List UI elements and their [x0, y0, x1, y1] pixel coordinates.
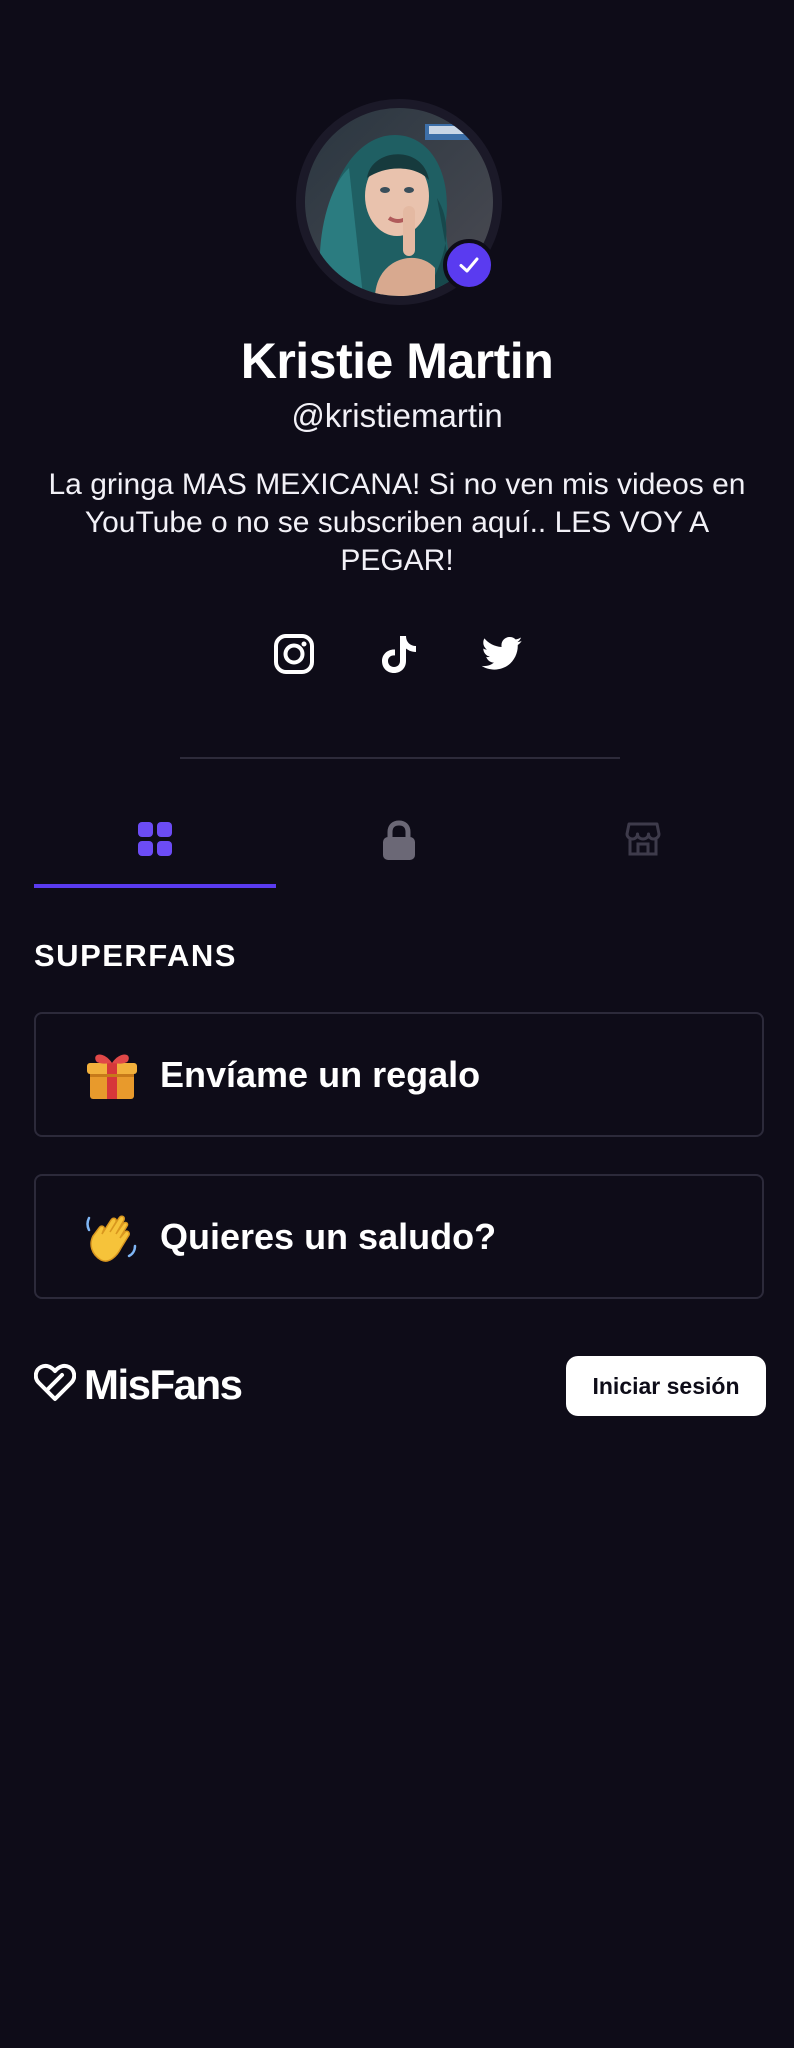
twitter-icon[interactable] [478, 630, 526, 678]
tab-posts[interactable] [34, 800, 276, 888]
profile-handle: @kristiemartin [291, 397, 503, 434]
grid-icon [136, 820, 174, 863]
send-gift-card[interactable]: Envíame un regalo [34, 1012, 764, 1137]
social-links [0, 630, 794, 680]
active-tab-indicator [34, 884, 276, 888]
login-button[interactable]: Iniciar sesión [566, 1356, 766, 1416]
section-divider [180, 757, 620, 759]
heart-logo-icon [33, 1363, 77, 1408]
avatar-container [296, 99, 502, 305]
profile-tabs [34, 800, 764, 888]
profile-name: Kristie Martin [240, 333, 554, 389]
profile-page: Kristie Martin @kristiemartin La gringa … [0, 0, 794, 2048]
profile-bio: La gringa MAS MEXICANA! Si no ven mis vi… [48, 468, 746, 577]
verified-badge-icon [443, 239, 495, 291]
brand-name: MisFans [84, 1361, 243, 1408]
tab-locked[interactable] [278, 800, 520, 888]
card-label: Quieres un saludo? [160, 1215, 497, 1257]
waving-hand-icon [82, 1207, 142, 1267]
brand-logo[interactable]: MisFans [33, 1360, 243, 1410]
store-icon [624, 820, 662, 863]
section-title: SUPERFANS [34, 938, 237, 973]
request-greeting-card[interactable]: Quieres un saludo? [34, 1174, 764, 1299]
tiktok-icon[interactable] [374, 630, 422, 678]
instagram-icon[interactable] [270, 630, 318, 678]
gift-icon [82, 1045, 142, 1105]
lock-icon [380, 820, 418, 867]
tab-store[interactable] [522, 800, 764, 888]
card-label: Envíame un regalo [160, 1053, 481, 1095]
